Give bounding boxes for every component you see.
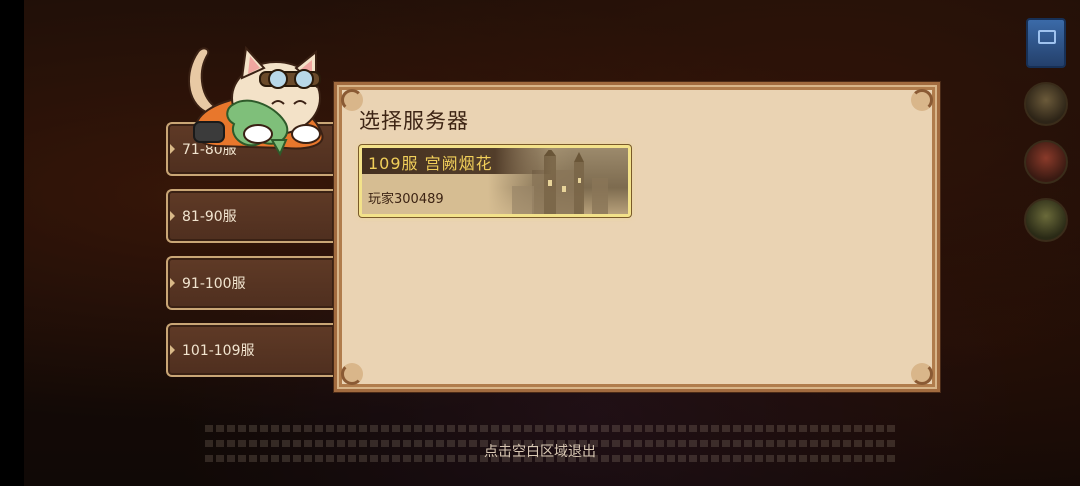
tab-label: 101-109服 — [182, 343, 255, 359]
server-card-109[interactable]: 109服 宫阙烟花 玩家300489 — [359, 145, 631, 217]
chevron-right-icon — [170, 144, 175, 154]
server-group-tab-81-90[interactable]: 81-90服 — [166, 189, 334, 243]
server-select-panel: 选择服务器 109服 宫阙烟花 玩家300489 — [334, 82, 940, 392]
tab-label: 81-90服 — [182, 209, 237, 225]
tab-label: 91-100服 — [182, 276, 246, 292]
player-name: 玩家300489 — [368, 192, 444, 207]
chevron-right-icon — [170, 278, 175, 288]
corner-ornament — [911, 363, 933, 385]
server-name: 109服 宫阙烟花 — [368, 154, 493, 173]
screen-notch — [0, 0, 24, 486]
corner-ornament — [911, 89, 933, 111]
avatar-icon[interactable] — [1024, 82, 1068, 126]
character-icon[interactable] — [1024, 198, 1068, 242]
guide-book-icon[interactable] — [1026, 18, 1066, 68]
chevron-right-icon — [170, 211, 175, 221]
panel-title: 选择服务器 — [359, 109, 469, 133]
server-group-tab-91-100[interactable]: 91-100服 — [166, 256, 334, 310]
exit-hint: 点击空白区域退出 — [484, 444, 596, 460]
cat-pilot-mascot-icon — [187, 45, 324, 157]
chevron-right-icon — [170, 345, 175, 355]
server-group-tab-101-109[interactable]: 101-109服 — [166, 323, 334, 377]
corner-ornament — [341, 363, 363, 385]
gift-icon[interactable] — [1024, 140, 1068, 184]
